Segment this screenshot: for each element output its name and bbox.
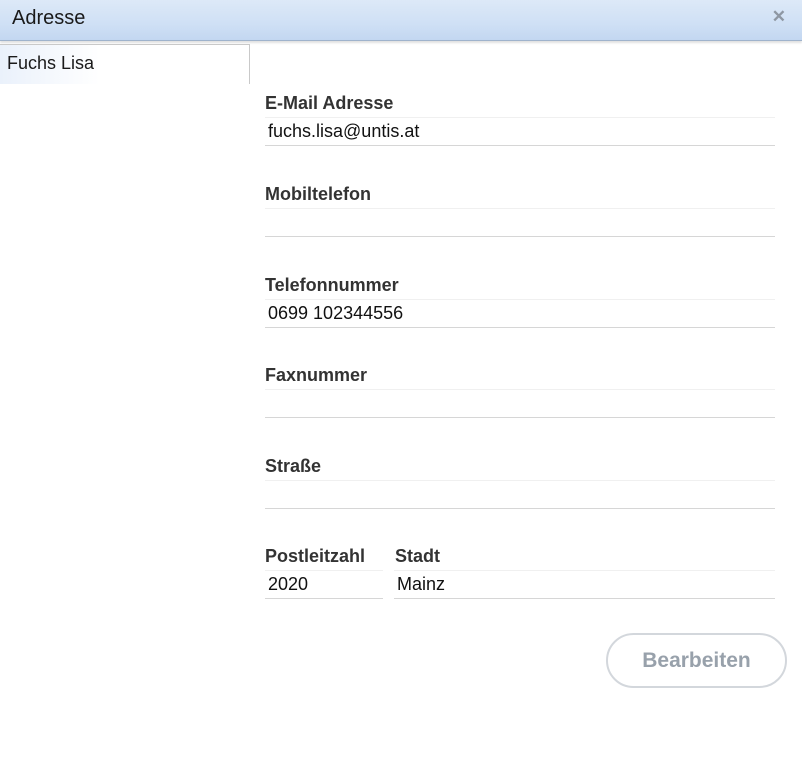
edit-button[interactable]: Bearbeiten — [606, 633, 787, 688]
window-titlebar: Adresse ✕ — [0, 0, 802, 41]
fax-field[interactable] — [265, 389, 775, 418]
window-title: Adresse — [12, 7, 86, 29]
email-field[interactable]: fuchs.lisa@untis.at — [265, 117, 775, 146]
sidebar: Fuchs Lisa — [0, 44, 250, 84]
phone-label: Telefonnummer — [265, 275, 399, 295]
sidebar-item-label: Fuchs Lisa — [7, 53, 95, 73]
city-field[interactable]: Mainz — [394, 570, 775, 599]
street-label: Straße — [265, 456, 322, 476]
city-label: Stadt — [395, 546, 440, 566]
zip-field[interactable]: 2020 — [265, 570, 383, 599]
fax-label: Faxnummer — [265, 365, 368, 385]
sidebar-item-fuchs-lisa[interactable]: Fuchs Lisa — [0, 45, 249, 84]
street-field[interactable] — [265, 480, 775, 509]
email-label: E-Mail Adresse — [265, 93, 394, 113]
phone-field[interactable]: 0699 102344556 — [265, 299, 775, 328]
mobile-field[interactable] — [265, 208, 775, 237]
mobile-label: Mobiltelefon — [265, 184, 371, 204]
close-icon[interactable]: ✕ — [772, 7, 786, 27]
zip-label: Postleitzahl — [265, 546, 366, 566]
